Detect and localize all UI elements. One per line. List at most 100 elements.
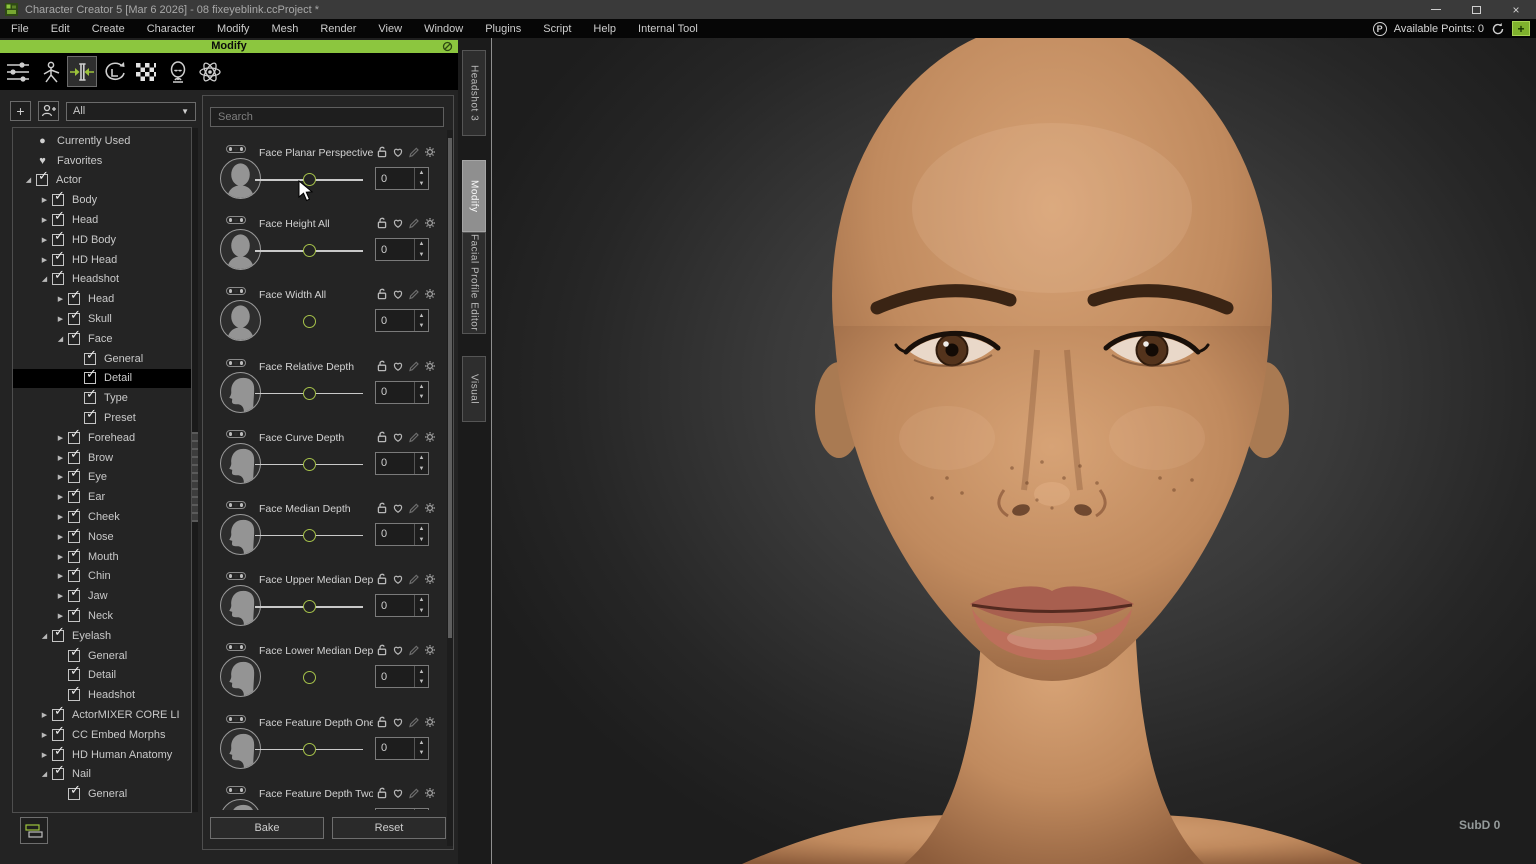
panel-pin-icon[interactable] bbox=[442, 41, 453, 52]
lock-icon[interactable] bbox=[376, 573, 388, 585]
menu-view[interactable]: View bbox=[367, 19, 413, 38]
heart-icon[interactable]: ♥ bbox=[36, 155, 49, 167]
settings-gear-icon[interactable] bbox=[424, 431, 436, 443]
thumbnail-toggle-icon[interactable] bbox=[226, 572, 246, 580]
settings-gear-icon[interactable] bbox=[424, 288, 436, 300]
tree-item-detail[interactable]: ✓ Detail bbox=[13, 666, 191, 686]
tree-item-checkbox[interactable]: ✓ bbox=[52, 749, 64, 761]
settings-gear-icon[interactable] bbox=[424, 502, 436, 514]
expander-icon[interactable]: ◢ bbox=[37, 770, 52, 778]
tree-scrollbar[interactable] bbox=[192, 128, 198, 812]
tree-item-skull[interactable]: ▶ ✓ Skull bbox=[13, 309, 191, 329]
expander-icon[interactable]: ▶ bbox=[37, 731, 52, 739]
favorite-heart-icon[interactable] bbox=[392, 146, 404, 158]
physics-icon[interactable] bbox=[195, 56, 225, 87]
edit-pencil-icon[interactable] bbox=[408, 360, 420, 372]
favorite-heart-icon[interactable] bbox=[392, 716, 404, 728]
settings-gear-icon[interactable] bbox=[424, 146, 436, 158]
tree-item-general[interactable]: ✓ General bbox=[13, 646, 191, 666]
morph-scrollbar-thumb[interactable] bbox=[448, 138, 452, 638]
title-bar[interactable]: Character Creator 5 [Mar 6 2026] - 08 fi… bbox=[0, 0, 1536, 19]
slider-handle[interactable] bbox=[303, 671, 316, 684]
tree-item-checkbox[interactable]: ✓ bbox=[68, 432, 80, 444]
circle-icon[interactable]: ● bbox=[36, 135, 49, 147]
expander-icon[interactable]: ▶ bbox=[53, 592, 68, 600]
tree-item-checkbox[interactable]: ✓ bbox=[68, 669, 80, 681]
menu-modify[interactable]: Modify bbox=[206, 19, 260, 38]
tree-item-mouth[interactable]: ▶ ✓ Mouth bbox=[13, 547, 191, 567]
slider-handle[interactable] bbox=[303, 600, 316, 613]
tree-item-head[interactable]: ▶ ✓ Head bbox=[13, 289, 191, 309]
tree-item-general[interactable]: ✓ General bbox=[13, 349, 191, 369]
tree-item-checkbox[interactable]: ✓ bbox=[52, 273, 64, 285]
expander-icon[interactable]: ◢ bbox=[37, 275, 52, 283]
morph-icon[interactable] bbox=[67, 56, 97, 87]
tree-item-forehead[interactable]: ▶ ✓ Forehead bbox=[13, 428, 191, 448]
expander-icon[interactable]: ▶ bbox=[53, 473, 68, 481]
spin-down-icon[interactable]: ▼ bbox=[415, 534, 428, 545]
tree-item-checkbox[interactable]: ✓ bbox=[68, 313, 80, 325]
tree-item-headshot[interactable]: ✓ Headshot bbox=[13, 685, 191, 705]
edit-pencil-icon[interactable] bbox=[408, 288, 420, 300]
tree-item-checkbox[interactable]: ✓ bbox=[68, 333, 80, 345]
tree-item-checkbox[interactable]: ✓ bbox=[68, 570, 80, 582]
expander-icon[interactable]: ▶ bbox=[37, 256, 52, 264]
morph-value-input[interactable] bbox=[376, 310, 414, 331]
favorite-heart-icon[interactable] bbox=[392, 573, 404, 585]
menu-window[interactable]: Window bbox=[413, 19, 474, 38]
lock-icon[interactable] bbox=[376, 288, 388, 300]
morph-value-input[interactable] bbox=[376, 239, 414, 260]
tree-item-jaw[interactable]: ▶ ✓ Jaw bbox=[13, 586, 191, 606]
tab-facial-profile-editor[interactable]: Facial Profile Editor bbox=[462, 232, 486, 334]
edit-pencil-icon[interactable] bbox=[408, 431, 420, 443]
thumbnail-toggle-icon[interactable] bbox=[226, 786, 246, 794]
menu-internal-tool[interactable]: Internal Tool bbox=[627, 19, 709, 38]
settings-gear-icon[interactable] bbox=[424, 573, 436, 585]
expander-icon[interactable]: ▶ bbox=[53, 295, 68, 303]
menu-help[interactable]: Help bbox=[582, 19, 627, 38]
menu-create[interactable]: Create bbox=[81, 19, 136, 38]
tab-headshot-3[interactable]: Headshot 3 bbox=[462, 50, 486, 136]
morph-value-input[interactable] bbox=[376, 595, 414, 616]
morph-value-input[interactable] bbox=[376, 809, 414, 810]
tree-item-hd-head[interactable]: ▶ ✓ HD Head bbox=[13, 250, 191, 270]
close-icon[interactable]: × bbox=[1496, 0, 1536, 19]
morph-value-input[interactable] bbox=[376, 666, 414, 687]
menu-plugins[interactable]: Plugins bbox=[474, 19, 532, 38]
tree-item-chin[interactable]: ▶ ✓ Chin bbox=[13, 567, 191, 587]
expander-icon[interactable]: ▶ bbox=[53, 315, 68, 323]
spin-up-icon[interactable]: ▲ bbox=[415, 453, 428, 464]
layers-button[interactable] bbox=[20, 817, 48, 844]
texture-icon[interactable] bbox=[131, 56, 161, 87]
expander-icon[interactable]: ▶ bbox=[53, 533, 68, 541]
tree-scrollbar-thumb[interactable] bbox=[192, 432, 198, 522]
tree-item-checkbox[interactable]: ✓ bbox=[52, 630, 64, 642]
search-input[interactable] bbox=[210, 107, 444, 127]
tree-item-hd-human-anatomy[interactable]: ▶ ✓ HD Human Anatomy bbox=[13, 745, 191, 765]
settings-gear-icon[interactable] bbox=[424, 716, 436, 728]
expander-icon[interactable]: ▶ bbox=[53, 513, 68, 521]
tree-item-checkbox[interactable]: ✓ bbox=[52, 234, 64, 246]
spin-up-icon[interactable]: ▲ bbox=[415, 239, 428, 250]
favorite-heart-icon[interactable] bbox=[392, 502, 404, 514]
tree-item-checkbox[interactable]: ✓ bbox=[68, 531, 80, 543]
settings-gear-icon[interactable] bbox=[424, 360, 436, 372]
thumbnail-toggle-icon[interactable] bbox=[226, 501, 246, 509]
bake-button[interactable]: Bake bbox=[210, 817, 324, 839]
tree-item-checkbox[interactable]: ✓ bbox=[52, 194, 64, 206]
spin-up-icon[interactable]: ▲ bbox=[415, 524, 428, 535]
transform-icon[interactable] bbox=[99, 56, 129, 87]
edit-pencil-icon[interactable] bbox=[408, 644, 420, 656]
spin-down-icon[interactable]: ▼ bbox=[415, 748, 428, 759]
expander-icon[interactable]: ▶ bbox=[53, 454, 68, 462]
spin-up-icon[interactable]: ▲ bbox=[415, 310, 428, 321]
edit-pencil-icon[interactable] bbox=[408, 217, 420, 229]
tree-item-checkbox[interactable]: ✓ bbox=[68, 650, 80, 662]
tree-item-checkbox[interactable]: ✓ bbox=[84, 392, 96, 404]
lock-icon[interactable] bbox=[376, 360, 388, 372]
tree-item-checkbox[interactable]: ✓ bbox=[52, 214, 64, 226]
tree-item-checkbox[interactable]: ✓ bbox=[52, 709, 64, 721]
morph-value-input[interactable] bbox=[376, 168, 414, 189]
edit-pencil-icon[interactable] bbox=[408, 146, 420, 158]
lock-icon[interactable] bbox=[376, 502, 388, 514]
